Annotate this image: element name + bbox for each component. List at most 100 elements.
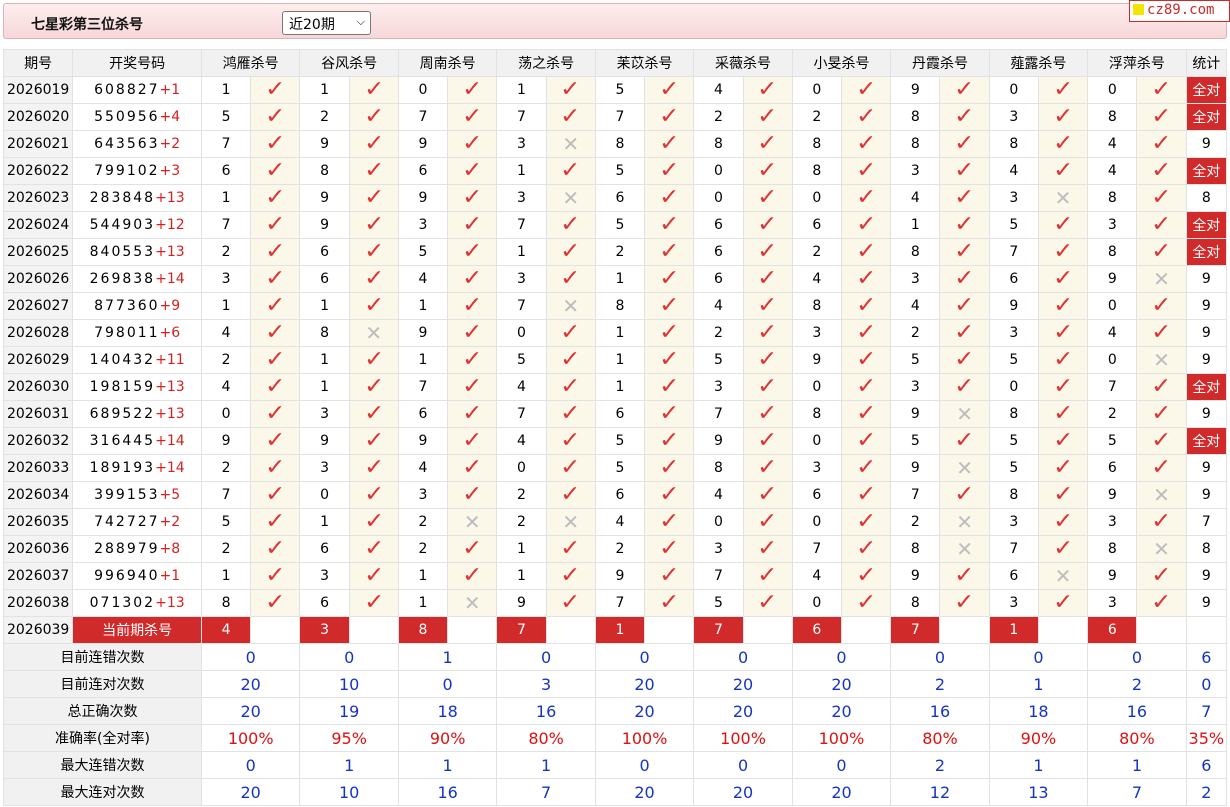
check-icon: ✓ [560,428,581,453]
check-icon: ✓ [757,590,778,615]
result-correct: ✓ [348,103,399,131]
check-icon: ✓ [265,347,286,372]
kill-number: 9 [890,400,941,428]
check-icon: ✓ [1151,77,1172,102]
kill-number: 4 [1087,157,1138,185]
kill-number: 1 [594,319,646,347]
kill-number: 4 [890,184,941,212]
issue-number: 2026036 [2,535,74,563]
check-icon: ✓ [462,185,483,210]
result-correct: ✓ [644,481,695,509]
kill-number: 4 [693,292,744,320]
draw-digits: 316445 [89,433,156,449]
result-correct: ✓ [348,454,399,482]
result-correct: ✓ [545,454,596,482]
summary-value: 1 [988,751,1089,779]
result-correct: ✓ [250,562,301,590]
kill-number: 9 [693,427,744,455]
issue-number: 2026030 [2,373,74,401]
row-stat: 9 [1185,589,1228,617]
check-icon: ✓ [265,374,286,399]
result-correct: ✓ [939,481,990,509]
result-correct: ✓ [1136,184,1187,212]
check-icon: ✓ [462,455,483,480]
result-correct: ✓ [545,157,596,185]
kill-number: 1 [594,265,646,293]
result-correct: ✓ [447,319,498,347]
issue-number: 2026020 [2,103,74,131]
check-icon: ✓ [462,293,483,318]
kill-number: 1 [496,535,547,563]
all-correct-badge: 全对 [1185,238,1228,266]
draw-numbers: 544903+12 [72,211,202,239]
summary-row: 最大连错次数 0 1 1 1 0 0 0 2 1 1 6 [3,751,1228,779]
draw-numbers: 283848+13 [72,184,202,212]
draw-numbers: 742727+2 [72,508,202,536]
kill-number: 8 [890,103,941,131]
site-badge[interactable]: cz89.com [1129,0,1230,22]
draw-digits: 269838 [89,271,156,287]
draw-numbers: 140432+11 [72,346,202,374]
result-correct: ✓ [939,184,990,212]
column-header: 薤露杀号 [988,49,1089,77]
row-stat: 9 [1185,481,1228,509]
summary-label: 目前连对次数 [3,670,202,698]
result-correct: ✓ [545,346,596,374]
check-icon: ✓ [363,131,384,156]
kill-number: 1 [200,292,252,320]
kill-number: 8 [791,130,843,158]
result-correct: ✓ [447,130,498,158]
kill-number: 9 [299,211,350,239]
row-stat: 9 [1185,400,1228,428]
check-icon: ✓ [855,266,877,291]
period-select-value: 近20期 [289,17,335,33]
cross-icon: ✕ [1054,563,1072,588]
kill-number: 3 [397,211,449,239]
kill-number: 1 [594,373,646,401]
check-icon: ✓ [659,401,680,426]
kill-number: 9 [496,589,547,617]
result-correct: ✓ [1136,211,1187,239]
draw-numbers: 643563+2 [72,130,202,158]
table-row: 2026031 689522+13 0 ✓ 3 ✓ 6 ✓ 7 ✓ 6 ✓ 7 ✓ 8 ✓ 9 ✕ 8 ✓ 2 ✓ 9 [2,400,1228,428]
result-correct: ✓ [250,103,301,131]
issue-number: 2026027 [2,292,74,320]
kill-number: 2 [200,535,252,563]
check-icon: ✓ [954,320,975,345]
column-header: 开奖号码 [72,49,202,77]
check-icon: ✓ [1052,509,1074,534]
summary-value: 0 [693,643,793,671]
check-icon: ✓ [954,428,975,453]
check-icon: ✓ [954,266,975,291]
kill-number: 2 [397,535,449,563]
check-icon: ✓ [265,212,286,237]
kill-number: 8 [693,130,744,158]
table-row: 2026029 140432+11 2 ✓ 1 ✓ 1 ✓ 5 ✓ 1 ✓ 5 ✓ 9 ✓ 5 ✓ 5 ✓ 0 ✕ 9 [2,346,1228,374]
period-select[interactable]: 近20期 ⌵ [282,11,371,35]
kill-number: 1 [200,76,252,104]
current-kill-number: 6 [1087,616,1138,644]
kill-number: 9 [1087,481,1138,509]
all-correct-badge: 全对 [1185,157,1228,185]
kill-number: 3 [1087,589,1138,617]
draw-plus-sum: +1 [159,568,181,584]
kill-number: 3 [988,508,1039,536]
summary-value: 16 [496,697,596,725]
check-icon: ✓ [855,374,877,399]
summary-value: 0 [496,643,596,671]
table-row: 2026022 799102+3 6 ✓ 8 ✓ 6 ✓ 1 ✓ 5 ✓ 0 ✓ 8 ✓ 3 ✓ 4 ✓ 4 ✓ 全对 [2,157,1228,185]
result-wrong: ✕ [1136,265,1187,293]
draw-numbers: 877360+9 [72,292,202,320]
check-icon: ✓ [560,455,581,480]
current-kill-blank [644,616,695,644]
current-issue-number: 2026039 [2,616,74,644]
result-correct: ✓ [1037,589,1089,617]
check-icon: ✓ [363,563,384,588]
result-correct: ✓ [840,535,892,563]
kill-number: 2 [200,346,252,374]
check-icon: ✓ [462,77,483,102]
draw-plus-sum: +8 [159,541,181,557]
check-icon: ✓ [855,104,877,129]
result-wrong: ✕ [348,319,399,347]
check-icon: ✓ [1151,185,1172,210]
